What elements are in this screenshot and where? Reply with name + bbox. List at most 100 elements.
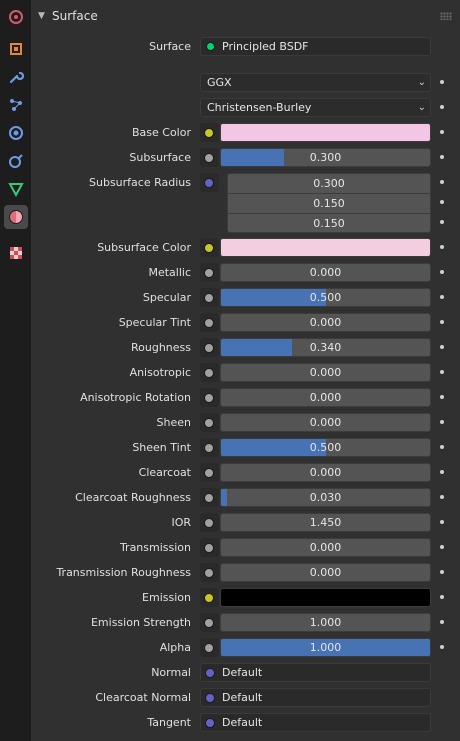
value-socket-icon[interactable] <box>204 368 214 378</box>
keyframe-dot-icon[interactable] <box>440 370 444 374</box>
keyframe-dot-icon[interactable] <box>440 495 444 499</box>
value-socket-icon[interactable] <box>204 543 214 553</box>
value-socket-icon[interactable] <box>204 493 214 503</box>
texture-tab[interactable] <box>4 241 28 265</box>
ior-value: 1.450 <box>309 516 342 529</box>
transmission-slider[interactable]: 0.000 <box>220 538 431 557</box>
value-socket-icon[interactable] <box>204 568 214 578</box>
alpha-slider[interactable]: 1.000 <box>220 638 431 657</box>
keyframe-dot-icon[interactable] <box>440 595 444 599</box>
value-socket-icon[interactable] <box>204 443 214 453</box>
metallic-slider[interactable]: 0.000 <box>220 263 431 282</box>
anisotropic-label: Anisotropic <box>129 366 191 379</box>
keyframe-dot-icon[interactable] <box>440 80 444 84</box>
specular-tint-label: Specular Tint <box>118 316 191 329</box>
vector-socket-icon[interactable] <box>204 178 214 188</box>
color-socket-icon[interactable] <box>204 243 214 253</box>
value-socket-icon[interactable] <box>204 618 214 628</box>
keyframe-dot-icon[interactable] <box>440 155 444 159</box>
keyframe-dot-icon[interactable] <box>440 545 444 549</box>
surface-panel-header[interactable]: ▼ Surface <box>31 4 460 28</box>
color-socket-icon[interactable] <box>204 128 214 138</box>
keyframe-dot-icon[interactable] <box>440 445 444 449</box>
keyframe-dot-icon[interactable] <box>440 270 444 274</box>
surface-shader-value: Principled BSDF <box>222 40 309 53</box>
subsurface-method-dropdown[interactable]: Christensen-Burley ⌄ <box>200 98 431 117</box>
radius-x-field[interactable]: 0.300 <box>228 174 430 193</box>
value-socket-icon[interactable] <box>204 318 214 328</box>
constraints-tab[interactable] <box>4 149 28 173</box>
keyframe-dot-icon[interactable] <box>440 645 444 649</box>
radius-y-field[interactable]: 0.150 <box>228 193 430 212</box>
keyframe-dot-icon[interactable] <box>440 180 444 184</box>
keyframe-dot-icon[interactable] <box>440 470 444 474</box>
keyframe-dot-icon[interactable] <box>440 570 444 574</box>
base-color-swatch[interactable] <box>220 123 431 142</box>
specular-tint-slider[interactable]: 0.000 <box>220 313 431 332</box>
color-socket-icon[interactable] <box>204 593 214 603</box>
vector-socket-icon <box>205 718 215 728</box>
keyframe-dot-icon[interactable] <box>440 420 444 424</box>
value-socket-icon[interactable] <box>204 268 214 278</box>
scene-tab[interactable] <box>4 5 28 29</box>
emission-color-swatch[interactable] <box>220 588 431 607</box>
subsurface-value: 0.300 <box>309 151 342 164</box>
keyframe-dot-icon[interactable] <box>440 130 444 134</box>
subsurface-color-row: Subsurface Color <box>31 238 460 258</box>
subsurface-radius-vector[interactable]: 0.300 0.150 0.150 <box>227 173 431 233</box>
material-tab[interactable] <box>4 205 28 229</box>
emission-strength-row: Emission Strength 1.000 <box>31 613 460 633</box>
sheen-label: Sheen <box>156 416 191 429</box>
value-socket-icon[interactable] <box>204 393 214 403</box>
clearcoat-roughness-slider[interactable]: 0.030 <box>220 488 431 507</box>
physics-tab[interactable] <box>4 121 28 145</box>
value-socket-icon[interactable] <box>204 343 214 353</box>
keyframe-dot-icon[interactable] <box>440 295 444 299</box>
collapse-arrow-icon[interactable]: ▼ <box>38 11 48 21</box>
transmission-roughness-slider[interactable]: 0.000 <box>220 563 431 582</box>
ior-slider[interactable]: 1.450 <box>220 513 431 532</box>
value-socket-icon[interactable] <box>204 468 214 478</box>
value-socket-icon[interactable] <box>204 418 214 428</box>
keyframe-dot-icon[interactable] <box>440 395 444 399</box>
radius-z-field[interactable]: 0.150 <box>228 213 430 232</box>
distribution-value: GGX <box>207 76 232 89</box>
roughness-slider[interactable]: 0.340 <box>220 338 431 357</box>
keyframe-dot-icon[interactable] <box>440 245 444 249</box>
emission-strength-field[interactable]: 1.000 <box>220 613 431 632</box>
value-socket-icon[interactable] <box>204 153 214 163</box>
value-socket-icon[interactable] <box>204 293 214 303</box>
keyframe-dot-icon[interactable] <box>440 105 444 109</box>
drag-grip-icon[interactable] <box>440 12 452 20</box>
value-socket-icon[interactable] <box>204 518 214 528</box>
keyframe-dot-icon[interactable] <box>440 620 444 624</box>
particles-tab[interactable] <box>4 93 28 117</box>
keyframe-dot-icon[interactable] <box>440 345 444 349</box>
keyframe-dot-icon[interactable] <box>440 200 444 204</box>
normal-link-field[interactable]: Default <box>200 663 431 682</box>
object-tab[interactable] <box>4 37 28 61</box>
clearcoat-normal-link-field[interactable]: Default <box>200 688 431 707</box>
keyframe-dot-icon[interactable] <box>440 520 444 524</box>
specular-slider[interactable]: 0.500 <box>220 288 431 307</box>
surface-shader-field[interactable]: Principled BSDF <box>200 37 431 56</box>
sheen-tint-row: Sheen Tint 0.500 <box>31 438 460 458</box>
subsurface-color-swatch[interactable] <box>220 238 431 257</box>
alpha-value: 1.000 <box>309 641 342 654</box>
sheen-tint-slider[interactable]: 0.500 <box>220 438 431 457</box>
keyframe-dot-icon[interactable] <box>440 320 444 324</box>
modifier-tab[interactable] <box>4 65 28 89</box>
data-tab[interactable] <box>4 177 28 201</box>
distribution-dropdown[interactable]: GGX ⌄ <box>200 73 431 92</box>
tangent-link-field[interactable]: Default <box>200 713 431 732</box>
data-tab-icon <box>8 183 24 197</box>
render-tab-icon <box>9 10 23 24</box>
subsurface-slider[interactable]: 0.300 <box>220 148 431 167</box>
keyframe-dot-icon[interactable] <box>440 220 444 224</box>
anisotropic-rotation-slider[interactable]: 0.000 <box>220 388 431 407</box>
sheen-slider[interactable]: 0.000 <box>220 413 431 432</box>
tangent-row: Tangent Default <box>31 713 460 733</box>
anisotropic-slider[interactable]: 0.000 <box>220 363 431 382</box>
clearcoat-slider[interactable]: 0.000 <box>220 463 431 482</box>
value-socket-icon[interactable] <box>204 643 214 653</box>
